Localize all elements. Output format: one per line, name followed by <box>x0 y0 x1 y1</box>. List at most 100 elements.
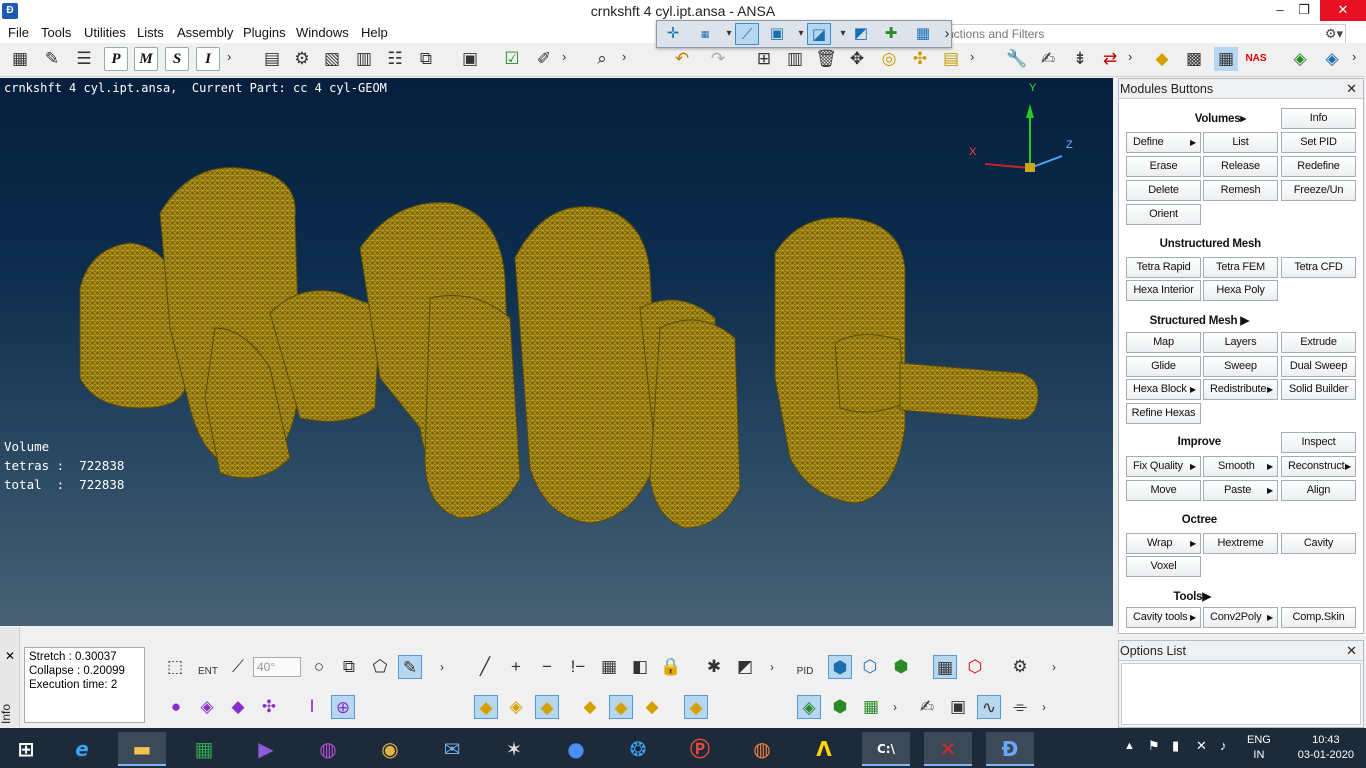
yellow-edit-icon[interactable]: ◆ <box>684 695 708 719</box>
nastran-icon[interactable]: NAS <box>1244 47 1268 71</box>
purple-shape-icon[interactable]: ◆ <box>226 695 250 719</box>
menu-help[interactable]: Help <box>361 25 388 40</box>
acrobat-icon[interactable]: ✕ <box>924 732 972 766</box>
yellow-grid-icon[interactable]: ◈ <box>504 695 528 719</box>
green-mesh-icon[interactable]: ◈ <box>797 695 821 719</box>
orient-button[interactable]: Orient <box>1126 204 1201 225</box>
app-swirl-icon[interactable]: ◍ <box>304 732 352 766</box>
hexa-block-button[interactable]: Hexa Block ▶ <box>1126 379 1201 400</box>
m-button[interactable]: M <box>134 47 158 71</box>
move-button[interactable]: Move <box>1126 480 1201 501</box>
overflow-chevron-icon-11[interactable]: › <box>1032 695 1056 719</box>
overlap-icon[interactable]: ◧ <box>628 655 652 679</box>
tetra-rapid-button[interactable]: Tetra Rapid <box>1126 257 1201 278</box>
minus-icon[interactable]: − <box>535 655 559 679</box>
menu-tools[interactable]: Tools <box>41 25 71 40</box>
tray-wifi-icon[interactable]: ✕ <box>1196 738 1207 768</box>
menu-utilities[interactable]: Utilities <box>84 25 126 40</box>
layout-icon[interactable]: ▣ <box>765 23 789 45</box>
feature-angle-icon[interactable]: ⟋ <box>226 655 250 679</box>
screen-icon[interactable]: ▣ <box>458 47 482 71</box>
cog-group-icon[interactable]: ⚙ <box>290 47 314 71</box>
overflow-chevron-icon-9[interactable]: › <box>1042 655 1066 679</box>
firefox-icon[interactable]: ◍ <box>738 732 786 766</box>
smooth-button[interactable]: Smooth ▶ <box>1203 456 1278 477</box>
cylinder-icon[interactable]: ◎ <box>877 47 901 71</box>
move-cross-icon[interactable]: ✥ <box>845 47 869 71</box>
menu-assembly[interactable]: Assembly <box>177 25 233 40</box>
set-pid-button[interactable]: Set PID <box>1281 132 1356 153</box>
green-box-icon[interactable]: ⬢ <box>828 695 852 719</box>
list-doc-icon[interactable]: ☰ <box>72 47 96 71</box>
gradient-icon[interactable]: ◩ <box>849 23 873 45</box>
line-icon[interactable]: ╱ <box>473 655 497 679</box>
cavity-tools-button[interactable]: Cavity tools ▶ <box>1126 607 1201 628</box>
maximize-button[interactable]: ❐ <box>1284 0 1324 21</box>
mesh-active-icon[interactable]: ▦ <box>1214 47 1238 71</box>
transparent-icon[interactable]: ⟋ <box>735 23 759 45</box>
fix-quality-button[interactable]: Fix Quality ▶ <box>1126 456 1201 477</box>
mail-icon[interactable]: ✉ <box>428 732 476 766</box>
view-icon[interactable]: ◪ <box>807 23 831 45</box>
redistribute-button[interactable]: Redistribute ▶ <box>1203 379 1278 400</box>
section-volumes[interactable]: Volumes▸ <box>1119 111 1246 125</box>
yellow-node-icon[interactable]: ◆ <box>535 695 559 719</box>
align-icon[interactable]: ⇟ <box>1068 47 1092 71</box>
conv2poly-button[interactable]: Conv2Poly ▶ <box>1203 607 1278 628</box>
report-icon[interactable]: ▧ <box>320 47 344 71</box>
spreadsheet-icon[interactable]: ▤ <box>939 47 963 71</box>
arrows-icon[interactable]: ✣ <box>908 47 932 71</box>
select-magnifier-icon[interactable]: ⌕ <box>590 47 614 71</box>
redo-icon[interactable]: ↷ <box>706 47 730 71</box>
purple-circle-icon[interactable]: ● <box>164 695 188 719</box>
app-lambda-icon[interactable]: Λ <box>800 732 848 766</box>
comp-skin-button[interactable]: Comp.Skin <box>1281 607 1356 628</box>
swap-arrows-icon[interactable]: ⇄ <box>1098 47 1122 71</box>
pen-edit-icon[interactable]: ✍ <box>1036 47 1060 71</box>
brush-icon[interactable]: ✐ <box>532 47 556 71</box>
chrome-icon[interactable]: ◉ <box>366 732 414 766</box>
structure-icon[interactable]: ⊞ <box>752 47 776 71</box>
cavity-button[interactable]: Cavity <box>1281 533 1356 554</box>
menu-plugins[interactable]: Plugins <box>243 25 286 40</box>
sweep-button[interactable]: Sweep <box>1203 356 1278 377</box>
i-button[interactable]: I <box>196 47 220 71</box>
menu-windows[interactable]: Windows <box>296 25 349 40</box>
hexa-poly-button[interactable]: Hexa Poly <box>1203 280 1278 301</box>
tray-language[interactable]: ENG IN <box>1247 733 1271 768</box>
catia-icon[interactable]: ✶ <box>490 732 538 766</box>
yellow-face-icon[interactable]: ◆ <box>578 695 602 719</box>
freeze-button[interactable]: Freeze/Un <box>1281 180 1356 201</box>
hextreme-button[interactable]: Hextreme <box>1203 533 1278 554</box>
wire-cube-icon[interactable]: ⬡ <box>858 655 882 679</box>
modules-close-icon[interactable]: ✕ <box>1346 79 1357 99</box>
section-icon[interactable]: ⌯ <box>1008 695 1032 719</box>
stack-icon[interactable]: ◩ <box>733 655 757 679</box>
tray-battery-icon[interactable]: ▮ <box>1172 738 1179 768</box>
s-button[interactable]: S <box>165 47 189 71</box>
start-windows-icon[interactable]: ⊞ <box>2 732 50 766</box>
overflow-chevron-icon-10[interactable]: › <box>883 695 907 719</box>
terminal-icon[interactable]: C:\ <box>862 732 910 766</box>
curve-icon[interactable]: ∿ <box>977 695 1001 719</box>
overflow-chevron-icon[interactable]: › <box>227 49 231 64</box>
green-grid-icon[interactable]: ▦ <box>859 695 883 719</box>
voxel-button[interactable]: Voxel <box>1126 556 1201 577</box>
info-button[interactable]: Info <box>1281 108 1356 129</box>
extrude-button[interactable]: Extrude <box>1281 332 1356 353</box>
graphics-viewport[interactable]: crnkshft 4 cyl.ipt.ansa, Current Part: c… <box>0 78 1113 626</box>
refine-hexas-button[interactable]: Refine Hexas <box>1126 403 1201 424</box>
calculator-icon[interactable]: ▤ <box>260 47 284 71</box>
reconstruct-button[interactable]: Reconstruct ▶ <box>1281 456 1356 477</box>
release-button[interactable]: Release <box>1203 156 1278 177</box>
options-close-icon[interactable]: ✕ <box>1346 641 1357 661</box>
checkbox-icon[interactable]: ☑ <box>500 47 524 71</box>
layers-button[interactable]: Layers <box>1203 332 1278 353</box>
red-cube-icon[interactable]: ⬡ <box>963 655 987 679</box>
glide-button[interactable]: Glide <box>1126 356 1201 377</box>
overflow-chevron-icon-7[interactable]: › <box>430 655 454 679</box>
info-close-icon[interactable]: ✕ <box>5 649 15 663</box>
erase-button[interactable]: Erase <box>1126 156 1201 177</box>
define-button[interactable]: Define ▶ <box>1126 132 1201 153</box>
chevron-right-icon[interactable]: › <box>935 23 959 45</box>
